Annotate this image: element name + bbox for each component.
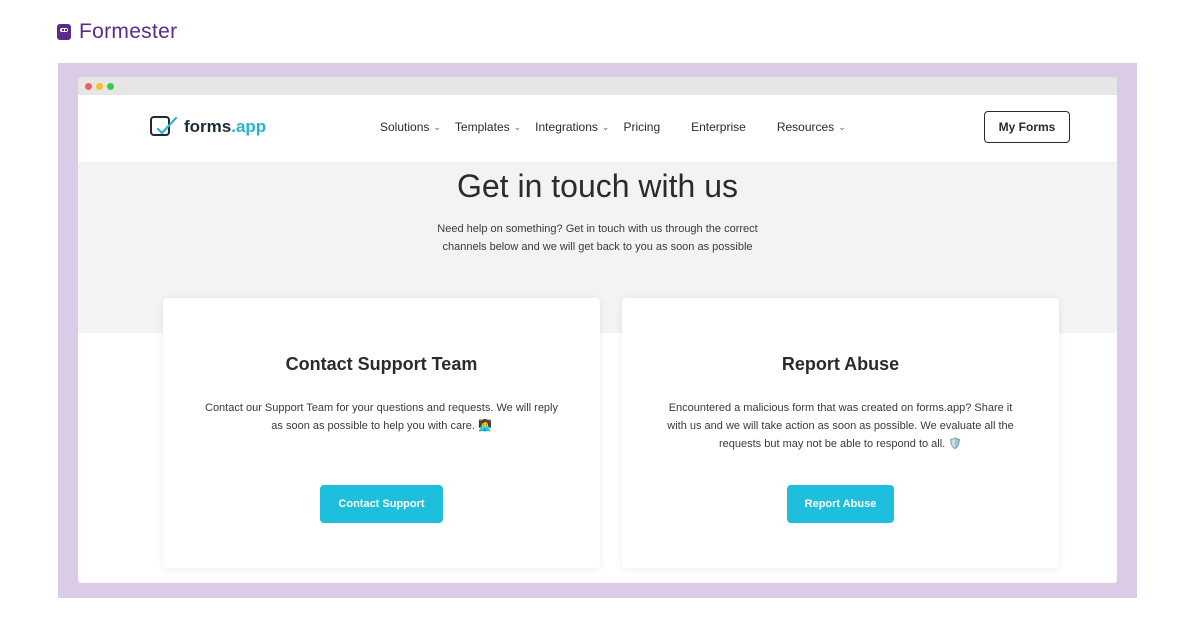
maximize-window-dot[interactable]	[107, 82, 114, 90]
brand-name: Formester	[79, 20, 178, 43]
chevron-down-icon: ⌄	[433, 121, 441, 132]
my-forms-button[interactable]: My Forms	[984, 111, 1070, 143]
site-navbar: forms.app Solutions ⌄ Templates ⌄ Integr…	[78, 95, 1117, 163]
main-nav: Solutions ⌄ Templates ⌄ Integrations ⌄ P…	[380, 120, 860, 134]
screenshot-frame: forms.app Solutions ⌄ Templates ⌄ Integr…	[58, 63, 1137, 598]
contact-support-card: Contact Support Team Contact our Support…	[163, 298, 600, 568]
card-title: Contact Support Team	[285, 354, 478, 374]
browser-chrome	[78, 77, 1117, 95]
nav-solutions[interactable]: Solutions ⌄	[380, 120, 441, 134]
browser-window: forms.app Solutions ⌄ Templates ⌄ Integr…	[78, 77, 1117, 583]
minimize-window-dot[interactable]	[96, 82, 103, 90]
card-description: Contact our Support Team for your questi…	[205, 402, 558, 432]
contact-support-button[interactable]: Contact Support	[320, 485, 443, 523]
page-subtitle: Need help on something? Get in touch wit…	[437, 223, 758, 253]
chevron-down-icon: ⌄	[513, 121, 522, 132]
checkbox-logo-icon	[150, 116, 178, 136]
nav-templates[interactable]: Templates ⌄	[455, 120, 521, 134]
report-abuse-card: Report Abuse Encountered a malicious for…	[622, 298, 1059, 568]
technologist-emoji-icon: 👩‍💻	[477, 420, 492, 432]
card-description: Encountered a malicious form that was cr…	[667, 402, 1014, 450]
shield-emoji-icon: 🛡️	[948, 438, 963, 450]
nav-resources[interactable]: Resources ⌄	[777, 120, 846, 134]
nav-pricing[interactable]: Pricing	[623, 120, 660, 134]
forms-app-logo[interactable]: forms.app	[150, 114, 266, 140]
page-title: Get in touch with us	[456, 168, 739, 204]
chevron-down-icon: ⌄	[838, 121, 846, 132]
nav-enterprise[interactable]: Enterprise	[691, 120, 746, 134]
report-abuse-button[interactable]: Report Abuse	[787, 485, 894, 523]
chevron-down-icon: ⌄	[601, 121, 610, 132]
close-window-dot[interactable]	[85, 82, 92, 90]
formester-brand: Formester	[57, 20, 177, 44]
card-title: Report Abuse	[781, 354, 900, 374]
nav-integrations[interactable]: Integrations ⌄	[535, 120, 609, 134]
robot-icon	[57, 24, 71, 40]
logo-text: forms.app	[184, 117, 267, 136]
